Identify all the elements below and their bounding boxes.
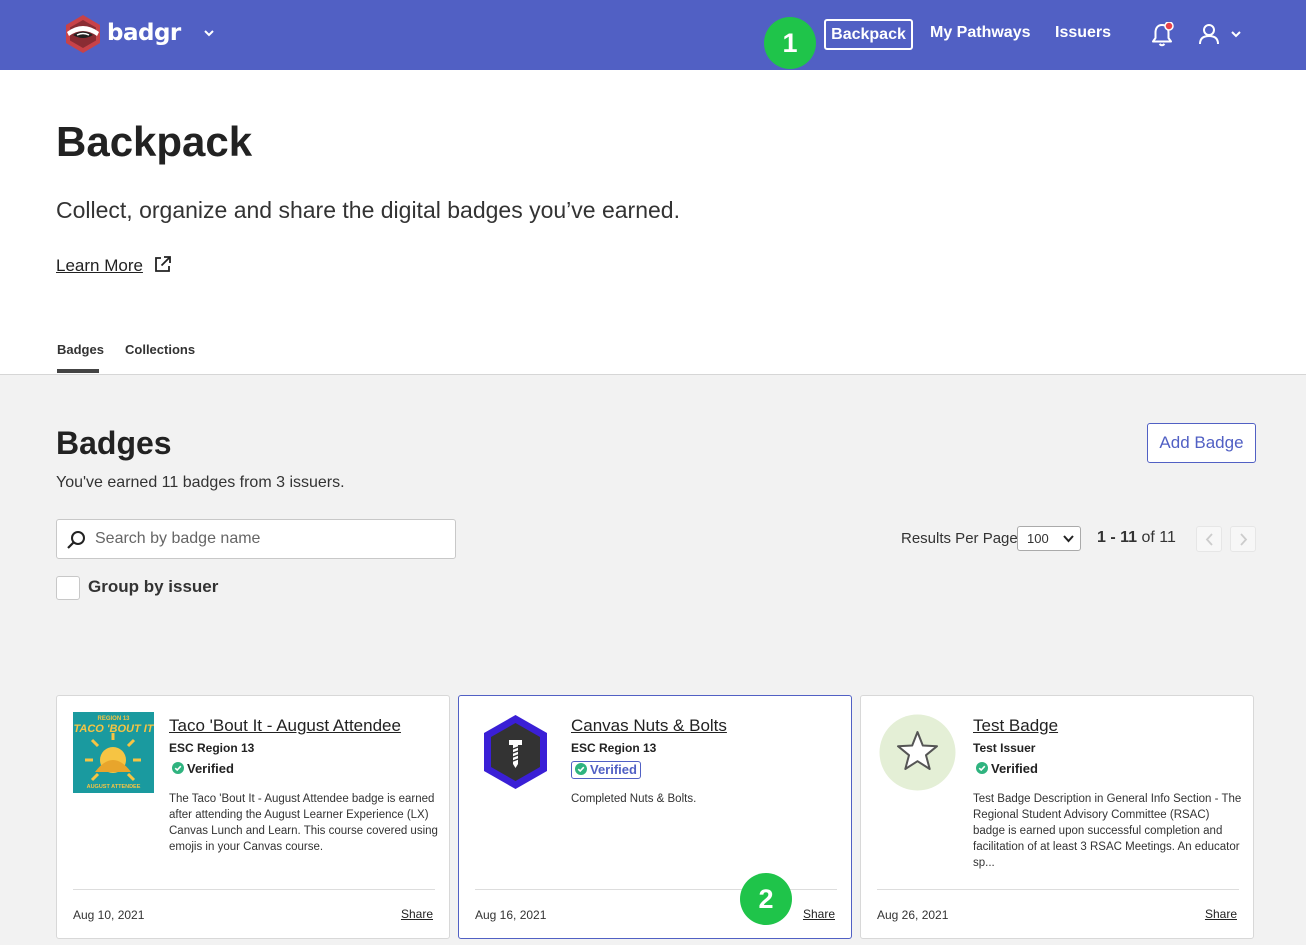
bell-icon[interactable] xyxy=(1150,22,1174,48)
nav-my-pathways-link[interactable]: My Pathways xyxy=(930,24,1030,42)
badge-title-link[interactable]: Taco 'Bout It - August Attendee xyxy=(169,716,401,736)
chevron-down-icon xyxy=(1063,535,1074,543)
search-icon xyxy=(67,531,85,549)
badge-issuer: ESC Region 13 xyxy=(571,741,657,755)
pagination-range: 1 - 11 of 11 xyxy=(1097,529,1176,547)
badge-date: Aug 10, 2021 xyxy=(73,908,145,922)
badge-card[interactable]: Test Badge Test Issuer Verified Test Bad… xyxy=(860,695,1254,939)
chevron-down-icon[interactable] xyxy=(202,26,216,40)
page-title: Backpack xyxy=(56,118,253,165)
results-per-page-select[interactable]: 100 xyxy=(1017,526,1081,551)
chevron-down-icon[interactable] xyxy=(1230,28,1242,40)
test-badge-image[interactable] xyxy=(877,712,958,793)
tab-badges[interactable]: Badges xyxy=(57,342,104,357)
verified-label: Verified xyxy=(187,761,234,776)
nav-backpack-link[interactable]: Backpack xyxy=(824,19,913,50)
search-box[interactable] xyxy=(56,519,456,559)
pagination-current: 1 - 11 xyxy=(1097,529,1138,546)
step-1-marker: 1 xyxy=(764,17,816,69)
top-navigation: badgr Backpack My Pathways Issuers xyxy=(0,0,1306,70)
page-header: Backpack Collect, organize and share the… xyxy=(0,70,1306,375)
badge-description: The Taco 'Bout It - August Attendee badg… xyxy=(169,793,438,853)
badge-card[interactable]: Canvas Nuts & Bolts ESC Region 13 Verifi… xyxy=(458,695,852,939)
results-per-page-value: 100 xyxy=(1027,531,1049,546)
badge-card[interactable]: REGION 13 TACO 'BOUT IT AUGUST ATTENDEE … xyxy=(56,695,450,939)
badge-description: Test Badge Description in General Info S… xyxy=(973,793,1242,869)
section-title: Badges xyxy=(56,425,172,461)
taco-image-top-text: REGION 13 xyxy=(97,716,130,722)
logo-text[interactable]: badgr xyxy=(107,20,181,46)
tab-collections[interactable]: Collections xyxy=(125,342,195,357)
nuts-bolts-badge-image[interactable] xyxy=(475,712,556,793)
group-by-issuer-checkbox[interactable] xyxy=(56,576,80,600)
chevron-left-icon xyxy=(1205,533,1213,546)
add-badge-button[interactable]: Add Badge xyxy=(1147,423,1256,463)
badge-title-link[interactable]: Canvas Nuts & Bolts xyxy=(571,716,727,736)
badge-title-link[interactable]: Test Badge xyxy=(973,716,1058,736)
taco-badge-image[interactable]: REGION 13 TACO 'BOUT IT AUGUST ATTENDEE xyxy=(73,712,154,793)
badge-date: Aug 26, 2021 xyxy=(877,908,949,922)
learn-more-link[interactable]: Learn More xyxy=(56,256,143,276)
previous-page-button[interactable] xyxy=(1196,526,1222,552)
next-page-button[interactable] xyxy=(1230,526,1256,552)
step-2-marker: 2 xyxy=(740,873,792,925)
badge-description: Completed Nuts & Bolts. xyxy=(571,793,697,805)
share-link[interactable]: Share xyxy=(401,907,433,921)
verified-badge: Verified xyxy=(973,761,1041,779)
taco-image-bottom-text: AUGUST ATTENDEE xyxy=(87,784,141,790)
verified-check-icon xyxy=(976,762,988,774)
badge-date: Aug 16, 2021 xyxy=(475,908,547,922)
share-link[interactable]: Share xyxy=(1205,907,1237,921)
user-icon[interactable] xyxy=(1197,22,1221,46)
active-tab-indicator xyxy=(57,369,99,373)
card-divider xyxy=(73,889,435,890)
verified-check-icon xyxy=(575,763,587,775)
external-link-icon[interactable] xyxy=(153,255,172,274)
pagination-total: of 11 xyxy=(1141,529,1176,546)
taco-image-main-text: TACO 'BOUT IT xyxy=(73,723,154,735)
badge-issuer: ESC Region 13 xyxy=(169,741,255,755)
search-input[interactable] xyxy=(95,520,450,558)
badge-issuer: Test Issuer xyxy=(973,741,1036,755)
card-divider xyxy=(877,889,1239,890)
verified-label: Verified xyxy=(991,761,1038,776)
verified-label: Verified xyxy=(590,762,637,777)
verified-check-icon xyxy=(172,762,184,774)
badgr-logo-icon[interactable] xyxy=(63,14,103,54)
chevron-right-icon xyxy=(1240,533,1248,546)
results-per-page-label: Results Per Page xyxy=(901,530,1018,547)
verified-badge[interactable]: Verified xyxy=(571,761,641,779)
nav-issuers-link[interactable]: Issuers xyxy=(1055,24,1111,42)
badges-summary: You've earned 11 badges from 3 issuers. xyxy=(56,474,345,491)
group-by-issuer-label[interactable]: Group by issuer xyxy=(88,577,218,597)
verified-badge: Verified xyxy=(169,761,237,779)
share-link[interactable]: Share xyxy=(803,907,835,921)
page-subtitle: Collect, organize and share the digital … xyxy=(56,197,680,223)
